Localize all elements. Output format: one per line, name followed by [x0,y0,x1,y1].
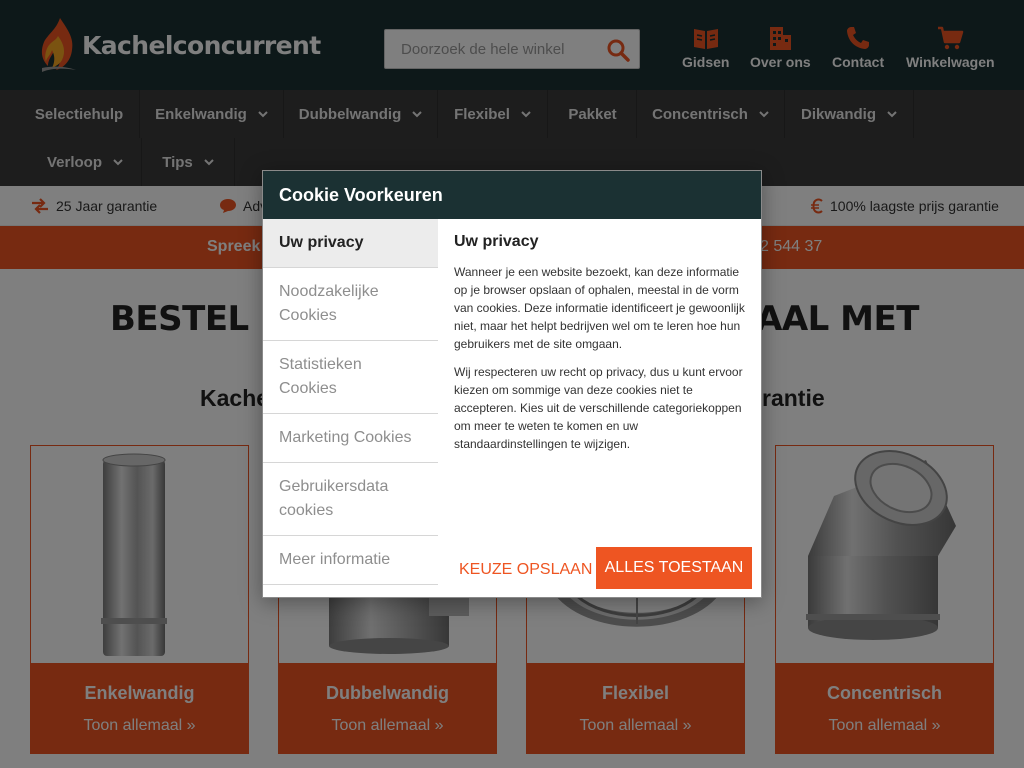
save-choices-button[interactable]: KEUZE OPSLAAN [459,559,592,581]
tab-marketing-cookies[interactable]: Marketing Cookies [263,414,438,463]
tab-gebruikersdata-cookies[interactable]: Gebruikersdata cookies [263,463,438,536]
allow-all-button[interactable]: ALLES TOESTAAN [596,547,752,589]
tab-uw-privacy[interactable]: Uw privacy [263,219,438,268]
tab-statistieken-cookies[interactable]: Statistieken Cookies [263,341,438,414]
privacy-paragraph: Wij respecteren uw recht op privacy, dus… [454,365,743,451]
tab-noodzakelijke-cookies[interactable]: Noodzakelijke Cookies [263,268,438,341]
content-title: Uw privacy [454,233,539,250]
privacy-paragraph: Wanneer je een website bezoekt, kan deze… [454,265,745,351]
tab-content: Uw privacy Wanneer je een website bezoek… [438,219,761,549]
cookie-tabs: Uw privacy Noodzakelijke Cookies Statist… [263,219,438,585]
cookie-preferences-modal: Cookie Voorkeuren Uw privacy Noodzakelij… [262,170,762,598]
modal-title: Cookie Voorkeuren [279,185,443,205]
tab-meer-informatie[interactable]: Meer informatie [263,536,438,585]
modal-header: Cookie Voorkeuren [263,171,761,219]
